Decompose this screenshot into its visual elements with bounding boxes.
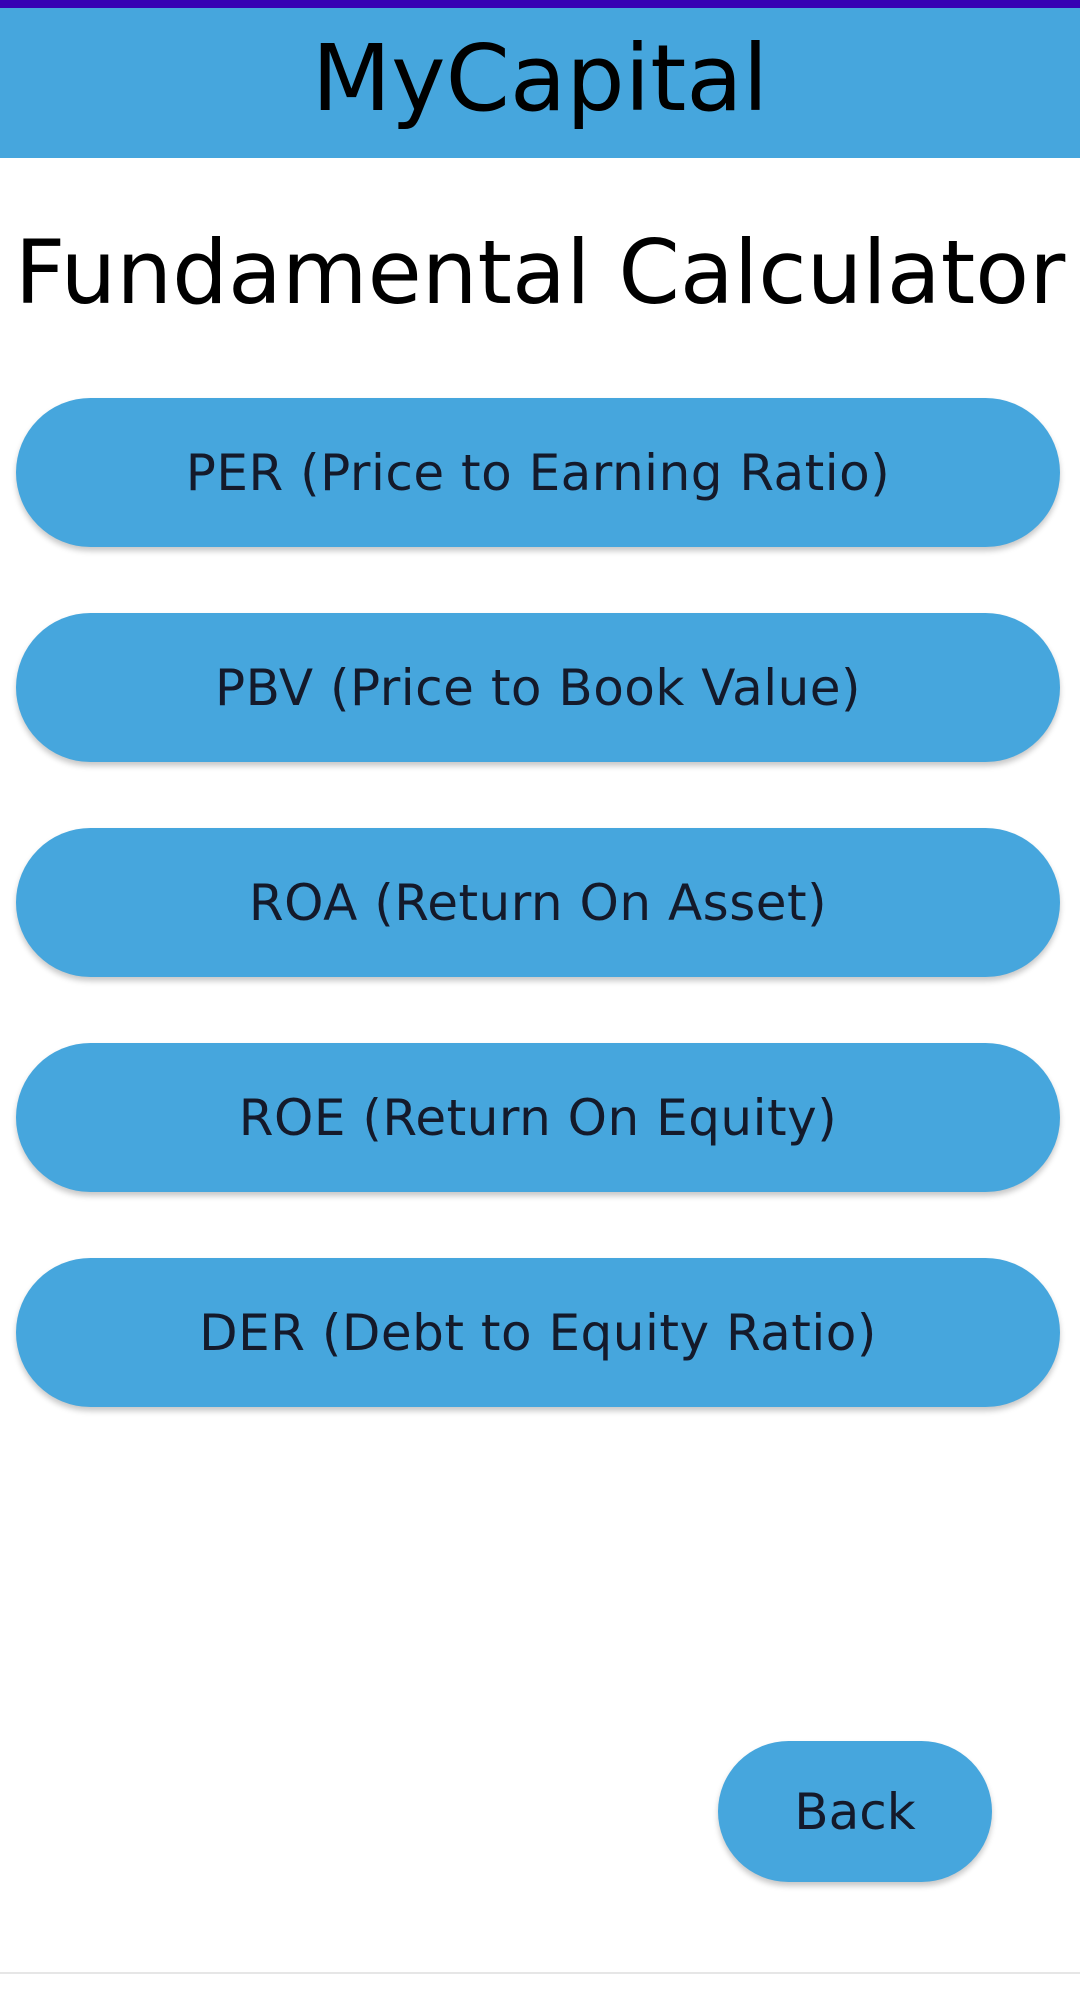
pbv-calculator-button[interactable]: PBV (Price to Book Value) bbox=[16, 613, 1060, 762]
status-bar bbox=[0, 0, 1080, 8]
roe-calculator-button[interactable]: ROE (Return On Equity) bbox=[16, 1043, 1060, 1192]
roa-calculator-button[interactable]: ROA (Return On Asset) bbox=[16, 828, 1060, 977]
page-title: Fundamental Calculator bbox=[14, 221, 1066, 324]
bottom-divider bbox=[0, 1972, 1080, 1974]
app-title: MyCapital bbox=[311, 25, 769, 132]
der-calculator-button[interactable]: DER (Debt to Equity Ratio) bbox=[16, 1258, 1060, 1407]
per-calculator-button[interactable]: PER (Price to Earning Ratio) bbox=[16, 398, 1060, 547]
back-button[interactable]: Back bbox=[718, 1741, 992, 1882]
app-bar: MyCapital bbox=[0, 8, 1080, 158]
